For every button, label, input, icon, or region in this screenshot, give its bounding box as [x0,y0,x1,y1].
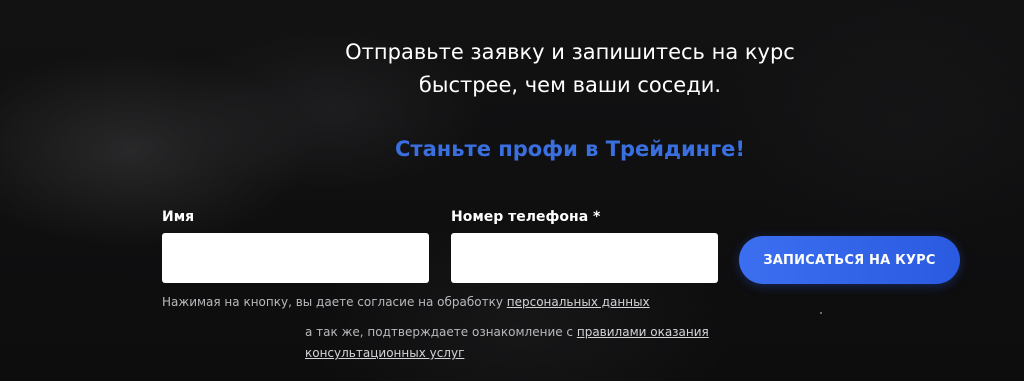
name-input[interactable] [162,233,429,283]
consent-text-1: Нажимая на кнопку, вы даете согласие на … [162,295,507,309]
name-label: Имя [162,209,195,225]
decorative-dot [820,312,822,314]
headline-line-1: Отправьте заявку и запишитесь на курс [345,40,795,64]
signup-section: Отправьте заявку и запишитесь на курс бы… [0,0,1024,381]
phone-input[interactable] [451,233,718,283]
enroll-button[interactable]: ЗАПИСАТЬСЯ НА КУРС [739,236,960,284]
headline: Отправьте заявку и запишитесь на курс бы… [290,36,850,102]
subheadline: Станьте профи в Трейдинге! [395,137,745,161]
phone-label: Номер телефона * [451,209,601,225]
consent-line-1: Нажимая на кнопку, вы даете согласие на … [162,293,650,311]
personal-data-link[interactable]: персональных данных [507,295,650,309]
headline-line-2: быстрее, чем ваши соседи. [418,73,722,97]
consent-text-2: а так же, подтверждаете ознакомление с [305,325,577,339]
consent-line-2: а так же, подтверждаете ознакомление с п… [305,322,745,364]
